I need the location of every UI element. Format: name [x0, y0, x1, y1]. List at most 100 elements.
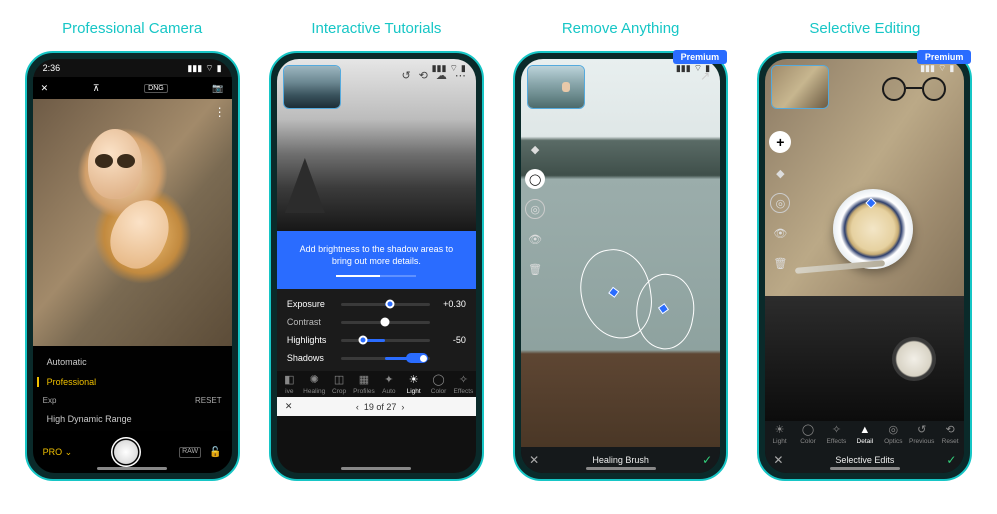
- screen: 2:36 ▮▮▮ ⌔ ▮ ✕ ⊼ DNG 📷 ⋮ Automatic: [33, 59, 232, 473]
- spot-tool-icon[interactable]: ◆: [525, 139, 545, 159]
- share-icon[interactable]: ↗: [700, 69, 710, 83]
- card-selective-editing: Premium Selective Editing ▮▮▮⌔▮: [752, 20, 977, 481]
- more-icon[interactable]: ⋯: [455, 69, 466, 82]
- editor-image[interactable]: ▮▮▮⌔▮ + ◆ ◎ 👁 🗑: [765, 59, 964, 421]
- pager-prev[interactable]: ‹: [356, 402, 359, 412]
- slider-exposure[interactable]: Exposure+0.30: [287, 295, 466, 313]
- undo-icon[interactable]: ↺: [401, 69, 410, 82]
- signal-icon: ▮▮▮: [920, 63, 935, 74]
- cancel-icon[interactable]: ✕: [529, 453, 539, 467]
- spot-tool-icon[interactable]: ◆: [770, 163, 790, 183]
- home-indicator[interactable]: [97, 467, 167, 470]
- pager-next[interactable]: ›: [401, 402, 404, 412]
- tool-crop[interactable]: ◫Crop: [327, 375, 352, 395]
- clone-tool-icon[interactable]: ◎: [525, 199, 545, 219]
- mode-hdr[interactable]: High Dynamic Range: [33, 409, 232, 429]
- cancel-icon[interactable]: ✕: [773, 453, 783, 467]
- tool-optics[interactable]: ◎Optics: [879, 425, 907, 445]
- format-badge[interactable]: DNG: [144, 84, 168, 93]
- tool-label: Detail: [857, 438, 874, 445]
- tool-label: Profiles: [353, 388, 375, 395]
- tool-effects[interactable]: ✧Effects: [822, 425, 850, 445]
- confirm-icon[interactable]: ✓: [702, 453, 712, 467]
- healing-selections[interactable]: [581, 249, 701, 369]
- slider-shadows[interactable]: Shadows: [287, 349, 466, 367]
- pager-close[interactable]: ✕: [285, 401, 293, 412]
- pro-mode-label[interactable]: PRO ⌄: [43, 447, 73, 458]
- adjustment-sliders: Exposure+0.30ContrastHighlights-50 Shadow…: [277, 289, 476, 371]
- slider-track[interactable]: [341, 303, 430, 306]
- home-indicator[interactable]: [341, 467, 411, 470]
- home-indicator[interactable]: [586, 467, 656, 470]
- visibility-icon[interactable]: 👁: [525, 229, 545, 249]
- card-remove-anything: Premium Remove Anything ▮▮▮⌔▮ ↗ ◆ ◯ ◎ 👁 …: [508, 20, 733, 481]
- close-icon[interactable]: ✕: [41, 83, 49, 94]
- radial-tool-icon[interactable]: ◎: [770, 193, 790, 213]
- tool-color[interactable]: ◯Color: [794, 425, 822, 445]
- raw-icon[interactable]: RAW: [179, 447, 201, 458]
- preview-thumbnail[interactable]: [527, 65, 585, 109]
- tripod-icon[interactable]: ⊼: [93, 83, 100, 94]
- tool-color[interactable]: ◯Color: [426, 375, 451, 395]
- photo-latte: [833, 189, 913, 269]
- preview-thumbnail[interactable]: [283, 65, 341, 109]
- tutorial-tip: Add brightness to the shadow areas to br…: [277, 231, 476, 289]
- add-selection-button[interactable]: +: [769, 131, 791, 153]
- slider-highlights[interactable]: Highlights-50: [287, 331, 466, 349]
- tool-title: Healing Brush: [592, 455, 649, 465]
- mode-professional[interactable]: Professional: [33, 372, 232, 392]
- tool-label: Color: [431, 388, 447, 395]
- editor-image[interactable]: ▮▮▮⌔▮ ↗ ◆ ◯ ◎ 👁 🗑: [521, 59, 720, 447]
- battery-icon: ▮: [217, 63, 222, 74]
- premium-badge: Premium: [673, 50, 728, 64]
- slider-value: +0.30: [436, 299, 466, 309]
- camera-viewfinder[interactable]: ⋮: [33, 99, 232, 346]
- card-title: Selective Editing: [809, 20, 920, 37]
- tool-reset[interactable]: ⟲Reset: [936, 425, 964, 445]
- slider-label: Shadows: [287, 353, 335, 363]
- tool-effects[interactable]: ✧Effects: [451, 375, 476, 395]
- tool-light[interactable]: ☀Light: [401, 375, 426, 395]
- brush-tool-icon[interactable]: ◯: [525, 169, 545, 189]
- phone-frame: 2:36 ▮▮▮ ⌔ ▮ ✕ ⊼ DNG 📷 ⋮ Automatic: [25, 51, 240, 481]
- home-indicator[interactable]: [830, 467, 900, 470]
- tool-light[interactable]: ☀Light: [765, 425, 793, 445]
- chevron-down-icon: ⌄: [65, 447, 73, 457]
- reset-button[interactable]: RESET: [195, 396, 222, 405]
- slider-track[interactable]: [341, 357, 430, 360]
- slider-track[interactable]: [341, 339, 430, 342]
- tip-text: Add brightness to the shadow areas to br…: [300, 244, 454, 266]
- tool-label: Crop: [332, 388, 346, 395]
- delete-icon[interactable]: 🗑: [525, 259, 545, 279]
- status-icons: ▮▮▮ ⌔ ▮: [187, 63, 221, 74]
- slider-track[interactable]: [341, 321, 430, 324]
- preview-thumbnail[interactable]: [771, 65, 829, 109]
- visibility-icon[interactable]: 👁: [770, 223, 790, 243]
- cloud-icon[interactable]: ☁: [436, 69, 447, 82]
- tool-healing[interactable]: ✺Healing: [302, 375, 327, 395]
- camera-mode-panel: Automatic Professional Exp RESET High Dy…: [33, 346, 232, 431]
- history-icon[interactable]: ⟲: [419, 69, 428, 82]
- tool-title: Selective Edits: [835, 455, 894, 465]
- tool-ive[interactable]: ◧ive: [277, 375, 302, 395]
- slider-toggle[interactable]: [406, 353, 428, 363]
- confirm-icon[interactable]: ✓: [946, 453, 956, 467]
- auto-icon: ✦: [384, 375, 393, 386]
- mode-automatic[interactable]: Automatic: [33, 352, 232, 372]
- overflow-menu-icon[interactable]: ⋮: [214, 105, 226, 119]
- lock-icon[interactable]: 🔓: [209, 447, 221, 458]
- wifi-icon: ⌔: [205, 63, 213, 74]
- shutter-button[interactable]: [111, 437, 141, 467]
- editor-image[interactable]: ▮▮▮⌔▮ ↺ ⟲ ☁ ⋯: [277, 59, 476, 231]
- slider-contrast[interactable]: Contrast: [287, 313, 466, 331]
- tool-auto[interactable]: ✦Auto: [376, 375, 401, 395]
- ive-icon: ◧: [284, 375, 294, 386]
- camera-flip-icon[interactable]: 📷: [212, 83, 223, 94]
- delete-icon[interactable]: 🗑: [770, 253, 790, 273]
- card-professional-camera: Professional Camera 2:36 ▮▮▮ ⌔ ▮ ✕ ⊼ DNG…: [20, 20, 245, 481]
- tool-profiles[interactable]: ▦Profiles: [352, 375, 377, 395]
- tool-previous[interactable]: ↺Previous: [907, 425, 935, 445]
- photo-shadow-area: [765, 296, 964, 421]
- camera-top-bar: ✕ ⊼ DNG 📷: [33, 77, 232, 99]
- tool-detail[interactable]: ▲Detail: [851, 425, 879, 445]
